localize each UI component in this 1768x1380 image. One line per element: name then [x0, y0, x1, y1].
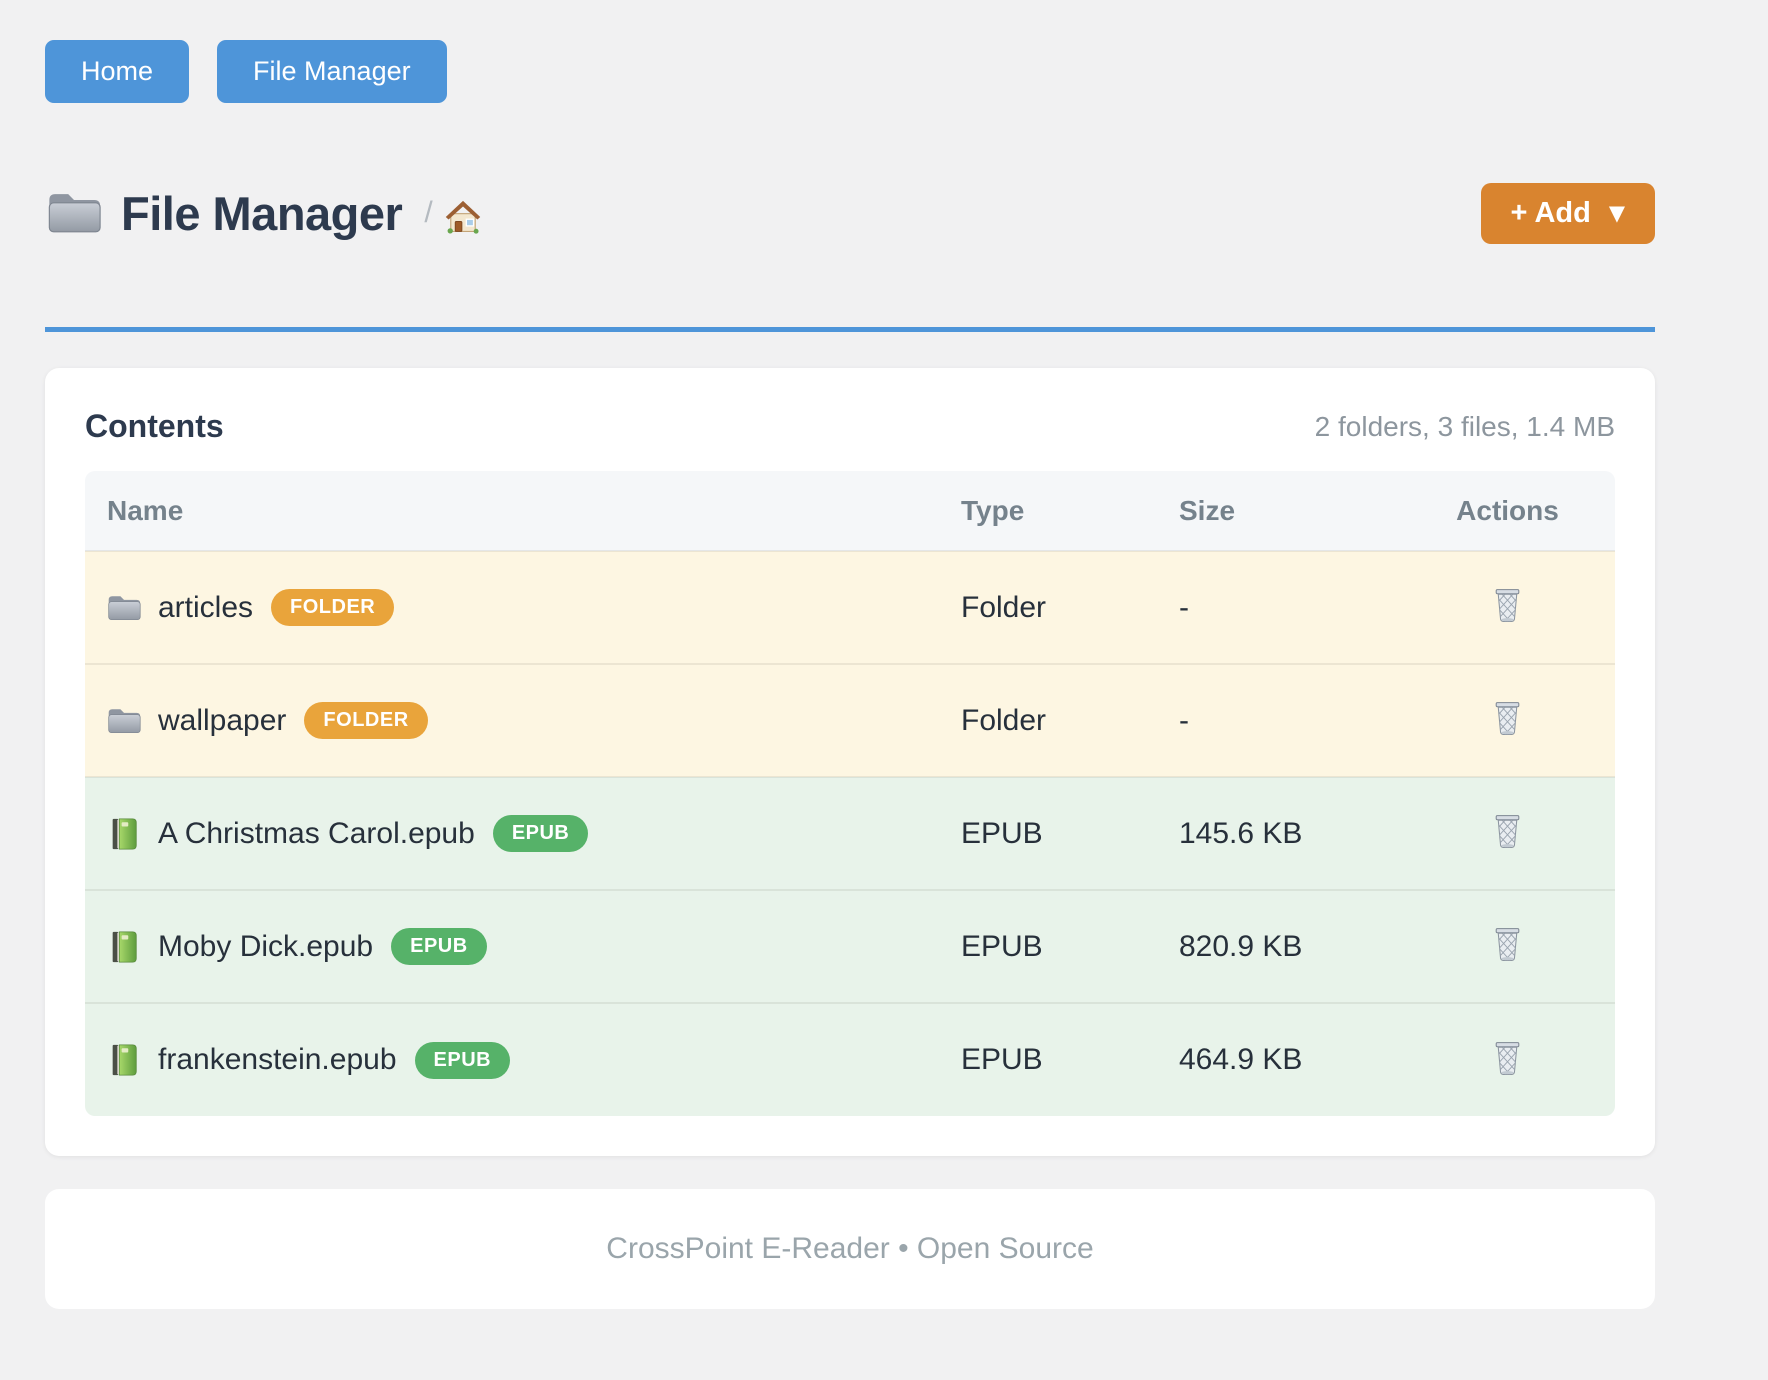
book-icon — [106, 930, 142, 964]
file-size: 145.6 KB — [1178, 777, 1400, 890]
table-header-row: Name Type Size Actions — [85, 471, 1615, 551]
delete-button[interactable] — [1487, 923, 1528, 967]
file-table: Name Type Size Actions — [85, 471, 1615, 1116]
page-header: File Manager / + Add ▼ — [45, 165, 1655, 261]
file-size: - — [1178, 664, 1400, 777]
file-name: wallpaper — [158, 704, 286, 738]
trash-icon — [1491, 586, 1524, 623]
file-type-badge: EPUB — [493, 815, 589, 852]
table-row[interactable]: wallpaper FOLDER Folder - — [85, 664, 1615, 777]
contents-summary: 2 folders, 3 files, 1.4 MB — [1315, 411, 1615, 443]
delete-button[interactable] — [1487, 810, 1528, 854]
table-body: articles FOLDER Folder - — [85, 551, 1615, 1116]
book-icon — [106, 1043, 142, 1077]
add-button-label: + Add — [1511, 197, 1591, 230]
file-size: 464.9 KB — [1178, 1003, 1400, 1116]
delete-button[interactable] — [1487, 584, 1528, 628]
file-type-badge: EPUB — [391, 928, 487, 965]
contents-title: Contents — [85, 408, 224, 445]
trash-icon — [1491, 812, 1524, 849]
contents-card: Contents 2 folders, 3 files, 1.4 MB Name… — [45, 368, 1655, 1156]
folder-icon — [45, 187, 103, 239]
file-type: EPUB — [960, 890, 1178, 1003]
trash-icon — [1491, 1039, 1524, 1076]
folder-icon — [106, 591, 142, 625]
file-type-badge: FOLDER — [271, 589, 394, 626]
add-button[interactable]: + Add ▼ — [1481, 183, 1655, 244]
trash-icon — [1491, 699, 1524, 736]
column-header-actions: Actions — [1400, 471, 1615, 551]
column-header-type: Type — [960, 471, 1178, 551]
table-row[interactable]: A Christmas Carol.epub EPUB EPUB 145.6 K… — [85, 777, 1615, 890]
file-manager-page: Home File Manager File Manager / — [45, 0, 1655, 1309]
title-group: File Manager / — [45, 186, 483, 241]
nav-home-button[interactable]: Home — [45, 40, 189, 103]
file-type: EPUB — [960, 777, 1178, 890]
nav-file-manager-button[interactable]: File Manager — [217, 40, 447, 103]
book-icon — [106, 817, 142, 851]
footer: CrossPoint E-Reader • Open Source — [45, 1189, 1655, 1309]
contents-card-header: Contents 2 folders, 3 files, 1.4 MB — [85, 408, 1615, 445]
file-name: articles — [158, 591, 253, 625]
file-type: EPUB — [960, 1003, 1178, 1116]
file-type: Folder — [960, 551, 1178, 664]
file-type-badge: EPUB — [415, 1042, 511, 1079]
file-type: Folder — [960, 664, 1178, 777]
footer-text: CrossPoint E-Reader • Open Source — [606, 1232, 1093, 1266]
file-type-badge: FOLDER — [304, 702, 427, 739]
title-divider — [45, 327, 1655, 332]
column-header-size: Size — [1178, 471, 1400, 551]
table-row[interactable]: Moby Dick.epub EPUB EPUB 820.9 KB — [85, 890, 1615, 1003]
breadcrumb-separator: / — [424, 196, 432, 230]
table-row[interactable]: frankenstein.epub EPUB EPUB 464.9 KB — [85, 1003, 1615, 1116]
file-name: frankenstein.epub — [158, 1043, 397, 1077]
table-row[interactable]: articles FOLDER Folder - — [85, 551, 1615, 664]
file-size: 820.9 KB — [1178, 890, 1400, 1003]
delete-button[interactable] — [1487, 1037, 1528, 1081]
page-title: File Manager — [121, 186, 402, 241]
home-icon[interactable] — [443, 198, 483, 236]
trash-icon — [1491, 925, 1524, 962]
folder-icon — [106, 704, 142, 738]
file-name: Moby Dick.epub — [158, 930, 373, 964]
file-size: - — [1178, 551, 1400, 664]
file-name: A Christmas Carol.epub — [158, 817, 475, 851]
top-nav: Home File Manager — [45, 40, 1655, 103]
column-header-name: Name — [85, 471, 960, 551]
delete-button[interactable] — [1487, 697, 1528, 741]
chevron-down-icon: ▼ — [1609, 201, 1625, 225]
